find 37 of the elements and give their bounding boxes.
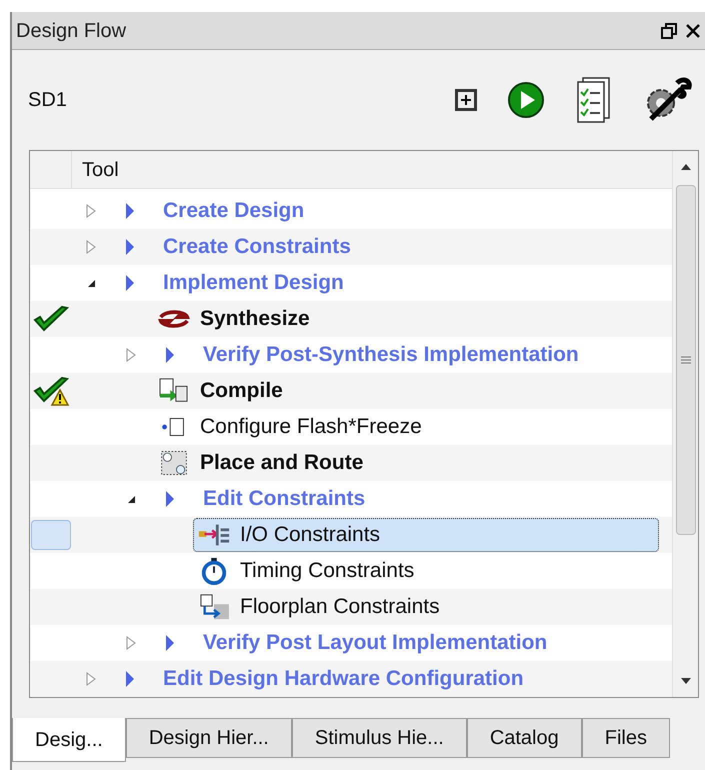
flow-arrow-icon (125, 202, 135, 220)
flow-arrow-icon (125, 238, 135, 256)
tree-item[interactable]: Create Design (163, 195, 304, 227)
expand-all-icon[interactable] (455, 89, 477, 111)
expand-arrow-icon[interactable] (125, 348, 137, 362)
flow-arrow-icon (165, 634, 175, 652)
scrollbar[interactable] (672, 151, 698, 697)
scroll-down-icon[interactable] (680, 677, 692, 685)
run-icon[interactable] (507, 81, 545, 119)
flow-arrow-icon (125, 274, 135, 292)
expand-arrow-icon[interactable] (85, 204, 97, 218)
tab[interactable]: Desig... (12, 718, 126, 762)
tab[interactable]: Stimulus Hie... (292, 718, 467, 758)
window-title: Design Flow (16, 18, 128, 44)
tree-item[interactable]: Verify Post-Synthesis Implementation (203, 339, 579, 371)
flow-arrow-icon (125, 670, 135, 688)
expand-arrow-icon[interactable] (85, 672, 97, 686)
flow-arrow-icon (165, 490, 175, 508)
checklist-icon[interactable] (575, 76, 613, 124)
flow-arrow-icon (165, 346, 175, 364)
tree-item[interactable]: Implement Design (163, 267, 344, 299)
tab[interactable]: Catalog (466, 718, 582, 758)
tab[interactable]: Design Hier... (126, 718, 292, 758)
tree-item[interactable]: Configure Flash*Freeze (153, 410, 431, 444)
tree-item[interactable]: Verify Post Layout Implementation (203, 627, 548, 659)
close-icon[interactable] (685, 22, 701, 38)
tree-item[interactable]: Edit Constraints (203, 483, 366, 515)
scroll-thumb[interactable] (676, 185, 696, 535)
column-header[interactable]: Tool (72, 154, 119, 184)
restore-icon[interactable] (661, 22, 677, 38)
tab[interactable]: Files (582, 718, 670, 758)
expand-arrow-icon[interactable] (125, 636, 137, 650)
scroll-up-icon[interactable] (680, 163, 692, 171)
expand-arrow-icon[interactable] (85, 240, 97, 254)
tree-item[interactable]: Timing Constraints (193, 554, 424, 588)
tree-item[interactable]: I/O Constraints (193, 518, 659, 552)
project-name: SD1 (28, 88, 68, 113)
